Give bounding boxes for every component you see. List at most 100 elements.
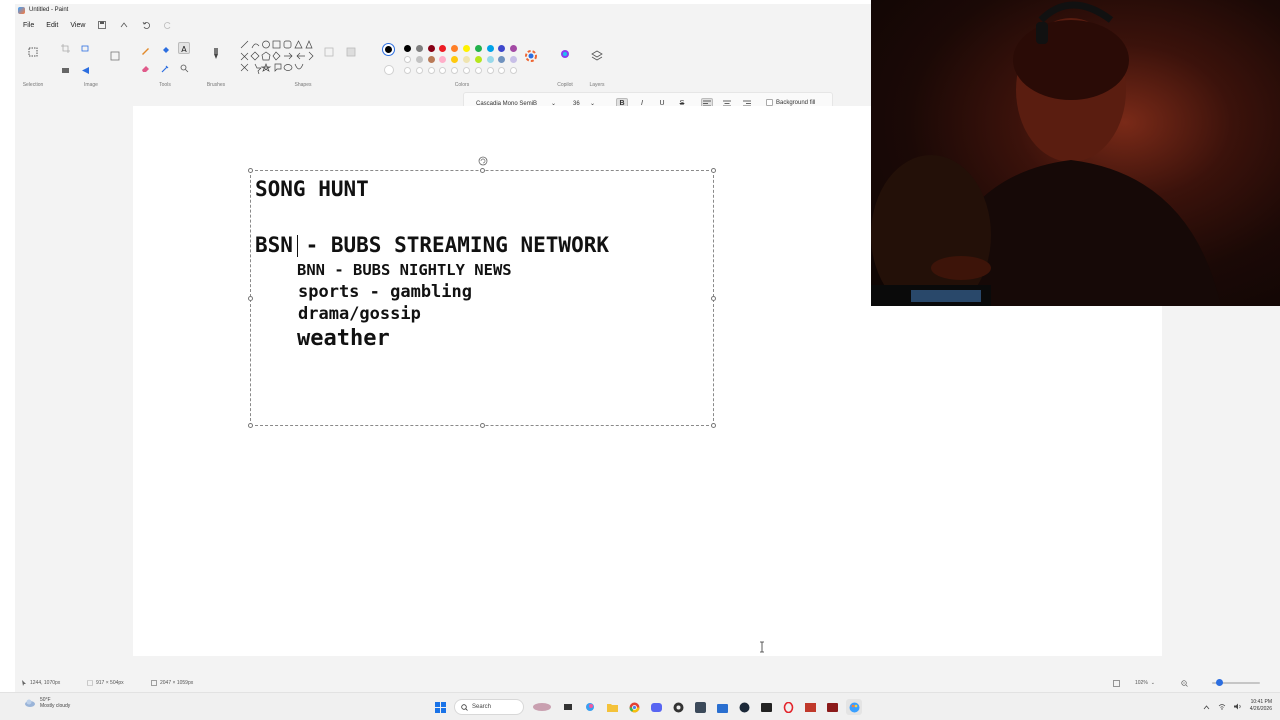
volume-icon[interactable] — [1233, 697, 1242, 715]
palette-swatch[interactable] — [415, 45, 423, 52]
edit-colors-icon[interactable] — [525, 50, 537, 62]
terminal-icon[interactable] — [758, 699, 774, 715]
cursor-position-value: 1244, 1070px — [30, 680, 61, 686]
primary-color-swatch[interactable] — [383, 44, 394, 55]
palette-swatch[interactable] — [486, 45, 494, 52]
menu-file[interactable]: File — [23, 22, 34, 29]
palette-swatch[interactable] — [415, 56, 423, 63]
zoom-slider-thumb[interactable] — [1216, 679, 1223, 686]
fill-icon[interactable] — [159, 44, 171, 56]
palette-swatch[interactable] — [498, 56, 506, 63]
custom-color-slot[interactable] — [404, 67, 411, 74]
store-icon[interactable] — [714, 699, 730, 715]
select-rectangle-icon[interactable] — [27, 46, 39, 58]
rotate-handle-icon[interactable] — [478, 153, 488, 166]
text-tool-icon[interactable]: A — [178, 42, 190, 54]
opera-icon[interactable] — [780, 699, 796, 715]
shape-fill-icon[interactable] — [345, 46, 357, 58]
start-windows-icon[interactable] — [432, 699, 448, 715]
tray-chevron-icon[interactable] — [1203, 697, 1210, 715]
group-label-layers: Layers — [589, 82, 605, 88]
palette-swatch[interactable] — [486, 56, 494, 63]
brush-icon[interactable] — [210, 48, 222, 60]
copilot-icon[interactable] — [559, 48, 571, 60]
copilot-taskbar-icon[interactable] — [582, 699, 598, 715]
resize-handle-n[interactable] — [480, 168, 485, 173]
crop-icon[interactable] — [59, 42, 71, 54]
background-fill-checkbox[interactable] — [766, 99, 773, 106]
redo-icon[interactable] — [163, 20, 173, 30]
video-editor-icon[interactable] — [802, 699, 818, 715]
custom-color-slot[interactable] — [474, 67, 482, 74]
palette-swatch[interactable] — [427, 45, 435, 52]
eraser-icon[interactable] — [139, 62, 151, 74]
chrome-icon[interactable] — [626, 699, 642, 715]
custom-color-slot[interactable] — [463, 67, 470, 74]
palette-swatch[interactable] — [439, 56, 447, 63]
file-explorer-icon[interactable] — [604, 699, 620, 715]
discord-icon[interactable] — [648, 699, 664, 715]
menu-view[interactable]: View — [70, 22, 85, 29]
outlook-icon[interactable] — [824, 699, 840, 715]
fit-to-window-icon[interactable] — [1113, 679, 1120, 687]
rotate-image-icon[interactable] — [59, 64, 71, 76]
app-icon[interactable] — [692, 699, 708, 715]
palette-swatch[interactable] — [463, 56, 470, 63]
taskbar-search[interactable]: Search — [454, 699, 524, 715]
flip-icon[interactable] — [79, 64, 91, 76]
palette-swatch[interactable] — [439, 45, 447, 52]
resize-handle-se[interactable] — [711, 423, 716, 428]
menu-edit[interactable]: Edit — [46, 22, 58, 29]
save-icon[interactable] — [97, 20, 107, 30]
image-select-icon[interactable] — [109, 50, 121, 62]
chevron-down-icon: ⌄ — [1150, 680, 1155, 686]
share-icon[interactable] — [119, 20, 129, 30]
palette-swatch[interactable] — [510, 45, 518, 52]
obs-icon[interactable] — [670, 699, 686, 715]
resize-handle-s[interactable] — [480, 423, 485, 428]
weather-widget[interactable]: 50°F Mostly cloudy — [24, 697, 70, 709]
zoom-out-icon[interactable] — [1181, 679, 1188, 687]
palette-swatch[interactable] — [427, 56, 435, 63]
color-picker-icon[interactable] — [159, 62, 171, 74]
custom-color-slot[interactable] — [451, 67, 459, 74]
shapes-gallery-icon[interactable] — [239, 40, 317, 74]
zoom-select[interactable]: 102% ⌄ — [1135, 680, 1155, 686]
widgets-icon[interactable] — [530, 699, 554, 715]
custom-color-slot[interactable] — [427, 67, 435, 74]
palette-swatch[interactable] — [451, 56, 459, 63]
secondary-color-swatch[interactable] — [384, 65, 394, 75]
paint-taskbar-icon[interactable] — [846, 699, 862, 715]
undo-icon[interactable] — [141, 20, 151, 30]
resize-handle-w[interactable] — [248, 296, 253, 301]
steam-icon[interactable] — [736, 699, 752, 715]
palette-swatch[interactable] — [474, 45, 482, 52]
palette-swatch[interactable] — [510, 56, 518, 63]
clock[interactable]: 10:41 PM 4/26/2026 — [1250, 699, 1272, 713]
palette-swatch[interactable] — [404, 45, 411, 52]
layers-icon[interactable] — [591, 50, 603, 62]
magnifier-icon[interactable] — [178, 62, 190, 74]
palette-swatch[interactable] — [451, 45, 459, 52]
background-fill-toggle[interactable]: Background fill — [766, 99, 815, 106]
text-box[interactable]: SONG HUNT BSN - BUBS STREAMING NETWORK B… — [248, 156, 716, 428]
zoom-slider[interactable] — [1212, 679, 1260, 686]
custom-color-slot[interactable] — [510, 67, 518, 74]
custom-color-slot[interactable] — [415, 67, 423, 74]
resize-handle-ne[interactable] — [711, 168, 716, 173]
wifi-icon[interactable] — [1218, 697, 1226, 715]
custom-color-slot[interactable] — [486, 67, 494, 74]
resize-handle-sw[interactable] — [248, 423, 253, 428]
task-view-icon[interactable] — [560, 699, 576, 715]
custom-color-slot[interactable] — [498, 67, 506, 74]
resize-icon[interactable] — [79, 42, 91, 54]
resize-handle-e[interactable] — [711, 296, 716, 301]
pencil-icon[interactable] — [139, 44, 151, 56]
palette-swatch[interactable] — [474, 56, 482, 63]
palette-swatch[interactable] — [498, 45, 506, 52]
palette-swatch[interactable] — [463, 45, 470, 52]
resize-handle-nw[interactable] — [248, 168, 253, 173]
shape-outline-icon[interactable] — [323, 46, 335, 58]
palette-swatch[interactable] — [404, 56, 411, 63]
custom-color-slot[interactable] — [439, 67, 447, 74]
